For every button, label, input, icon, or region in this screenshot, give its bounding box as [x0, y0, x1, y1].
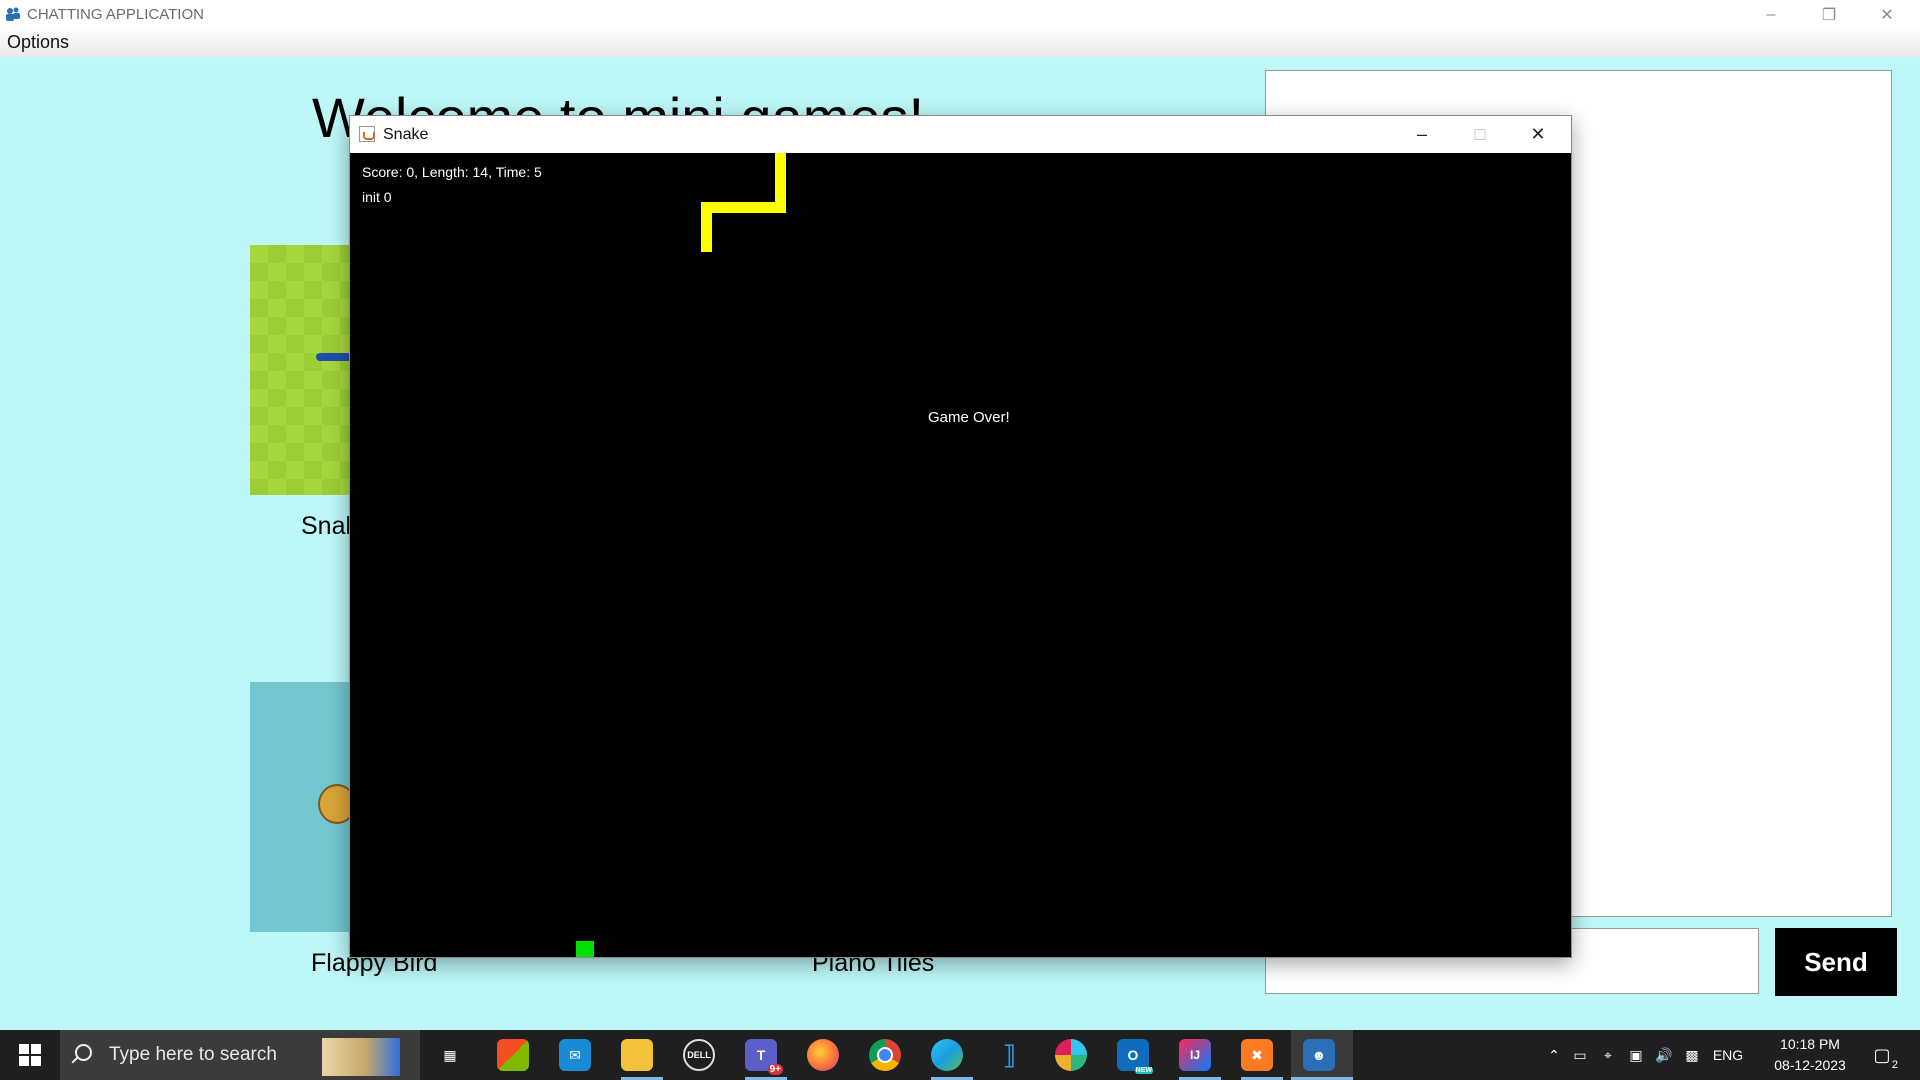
battery-icon[interactable]: ▭ — [1566, 1047, 1594, 1064]
microsoft-store-icon[interactable] — [497, 1039, 529, 1071]
score-readout: Score: 0, Length: 14, Time: 5 — [362, 164, 542, 180]
game-over-text: Game Over! — [928, 409, 1010, 426]
notifications-icon[interactable]: ▢ 2 — [1866, 1039, 1898, 1072]
wifi-icon[interactable]: ⌖ — [1594, 1047, 1622, 1064]
vscode-icon[interactable]: ⟧ — [993, 1039, 1025, 1071]
search-icon — [75, 1044, 92, 1061]
notification-count: 2 — [1891, 1059, 1898, 1071]
clock-time: 10:18 PM — [1780, 1036, 1840, 1052]
snake-window-title: Snake — [383, 126, 429, 143]
show-hidden-icons-icon[interactable]: ⌃ — [1542, 1047, 1566, 1064]
teams-badge: 9+ — [767, 1064, 783, 1075]
snake-body-segment — [701, 202, 786, 213]
taskbar-search-box[interactable]: Type here to search — [60, 1030, 420, 1080]
menu-options[interactable]: Options — [7, 32, 69, 53]
snake-titlebar: Snake – □ ✕ — [350, 116, 1571, 153]
system-tray: ⌃ ▭ ⌖ ▣ 🔊 ▩ ENG — [1542, 1030, 1750, 1080]
outlook-new-badge: NEW — [1134, 1067, 1153, 1074]
flappy-bird-game-tile[interactable] — [250, 682, 350, 932]
mail-icon[interactable]: ✉ — [559, 1039, 591, 1071]
menu-bar: Options — [0, 29, 1920, 58]
bird-icon — [318, 784, 350, 824]
app-titlebar: CHATTING APPLICATION – ❐ ✕ — [0, 0, 1920, 29]
snake-body-segment — [701, 202, 712, 252]
dell-icon[interactable]: DELL — [683, 1039, 715, 1071]
slack-icon[interactable] — [1055, 1039, 1087, 1071]
edge-icon[interactable] — [931, 1039, 963, 1071]
taskbar: Type here to search ▦ ✉ DELL T 9+ ⟧ O NE… — [0, 1030, 1920, 1080]
intellij-icon[interactable]: IJ — [1179, 1039, 1211, 1071]
volume-icon[interactable]: 🔊 — [1650, 1047, 1678, 1064]
project-icon[interactable]: ▩ — [1678, 1047, 1706, 1064]
chatting-app-icon[interactable]: ☻ — [1303, 1039, 1335, 1071]
app-title: CHATTING APPLICATION — [27, 6, 204, 23]
outlook-icon[interactable]: O NEW — [1117, 1039, 1153, 1074]
windows-logo-icon — [19, 1044, 41, 1066]
file-explorer-icon[interactable] — [621, 1039, 653, 1071]
task-view-icon[interactable]: ▦ — [434, 1039, 466, 1071]
snake-minimize-button[interactable]: – — [1393, 116, 1451, 153]
snake-close-button[interactable]: ✕ — [1509, 116, 1567, 153]
xampp-icon[interactable]: ✖ — [1241, 1039, 1273, 1071]
java-icon — [359, 126, 375, 142]
snake-maximize-button[interactable]: □ — [1451, 116, 1509, 153]
teams-icon[interactable]: T 9+ — [745, 1039, 783, 1075]
search-highlight-icon — [322, 1038, 400, 1076]
firefox-icon[interactable] — [807, 1039, 839, 1071]
language-indicator[interactable]: ENG — [1706, 1047, 1750, 1063]
clock[interactable]: 10:18 PM 08-12-2023 — [1765, 1034, 1855, 1076]
snake-thumbnail-icon — [316, 353, 350, 361]
display-icon[interactable]: ▣ — [1622, 1047, 1650, 1064]
send-button[interactable]: Send — [1775, 928, 1897, 996]
search-placeholder: Type here to search — [109, 1044, 277, 1065]
snake-window: Snake – □ ✕ Score: 0, Length: 14, Time: … — [349, 115, 1572, 958]
snake-game-canvas[interactable]: Score: 0, Length: 14, Time: 5 init 0 Gam… — [350, 153, 1571, 957]
clock-date: 08-12-2023 — [1774, 1057, 1846, 1073]
init-readout: init 0 — [362, 189, 392, 205]
close-button[interactable]: ✕ — [1858, 0, 1916, 29]
snake-food — [576, 941, 594, 957]
minimize-button[interactable]: – — [1742, 0, 1800, 29]
start-button[interactable] — [0, 1030, 60, 1080]
app-users-icon — [6, 7, 20, 21]
snake-game-tile[interactable] — [250, 245, 350, 495]
chrome-icon[interactable] — [869, 1039, 901, 1071]
restore-button[interactable]: ❐ — [1800, 0, 1858, 29]
